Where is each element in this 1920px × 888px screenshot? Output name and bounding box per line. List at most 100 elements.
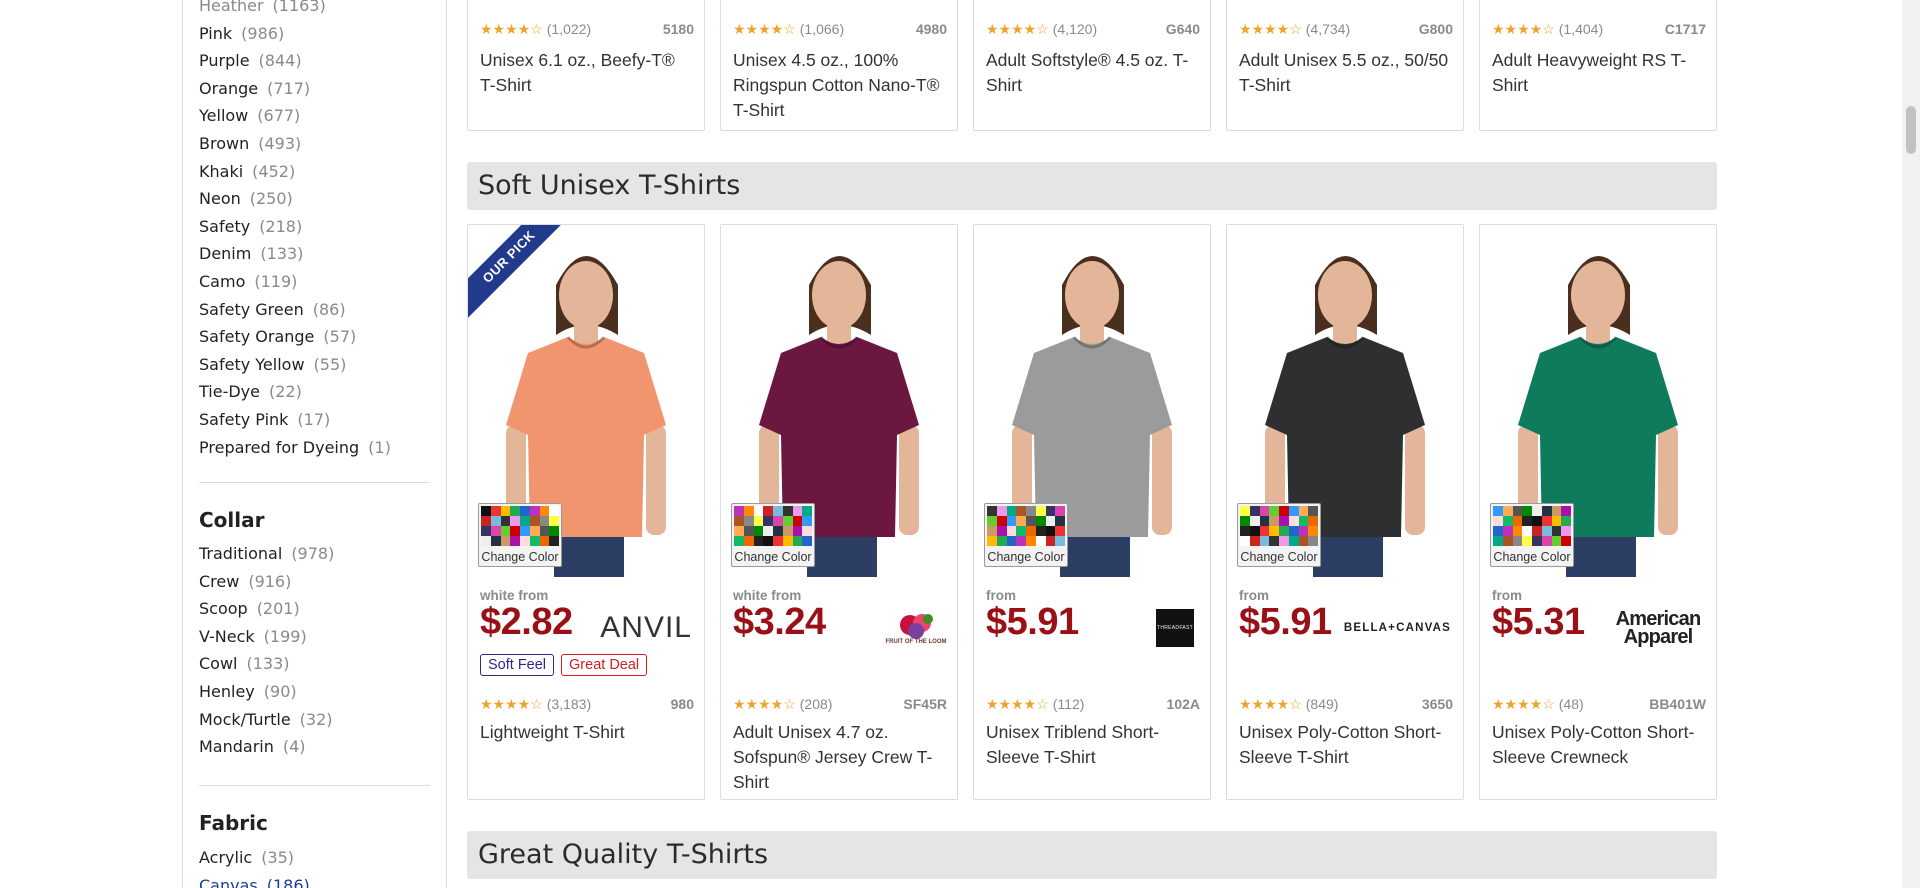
product-title[interactable]: Unisex 6.1 oz., Beefy-T® T-Shirt xyxy=(480,48,694,98)
color-swatch xyxy=(539,516,550,526)
filter-option[interactable]: Purple (844) xyxy=(199,47,446,75)
color-swatch xyxy=(782,526,793,536)
product-price: $5.91 xyxy=(1239,601,1332,643)
filter-option[interactable]: Scoop (201) xyxy=(199,595,446,623)
product-card[interactable]: Change Color from $5.91 THREADFAST ★★★★☆ (112… xyxy=(973,224,1211,800)
facet-divider xyxy=(199,785,430,786)
color-swatch xyxy=(1249,526,1260,536)
product-title[interactable]: Unisex Poly-Cotton Short-Sleeve T-Shirt xyxy=(1239,720,1453,770)
product-title[interactable]: Adult Unisex 4.7 oz. Sofspun® Jersey Cre… xyxy=(733,720,947,795)
product-card[interactable]: Change Color from $5.91 BELLA+CANVAS ★★★★☆ (8… xyxy=(1226,224,1464,800)
color-swatch xyxy=(1045,506,1056,516)
product-card[interactable]: ★★★★☆ (4,120) G640 Adult Softstyle® 4.5 oz.… xyxy=(973,0,1211,131)
model-face xyxy=(559,261,613,329)
product-card[interactable]: ★★★★☆ (1,066) 4980 Unisex 4.5 oz., 100% Rin… xyxy=(720,0,958,131)
filter-option-count: (17) xyxy=(297,409,331,429)
product-title[interactable]: Unisex Triblend Short-Sleeve T-Shirt xyxy=(986,720,1200,770)
product-title[interactable]: Lightweight T-Shirt xyxy=(480,720,694,745)
brand-logo: FRUIT OF THE LOOM xyxy=(886,608,947,648)
filter-option-label: Purple xyxy=(199,51,250,71)
color-swatch xyxy=(753,506,764,516)
product-card[interactable]: Change Color from $5.31 American Apparel ★★★… xyxy=(1479,224,1717,800)
color-swatch xyxy=(1502,516,1513,526)
brand-logo: American Apparel xyxy=(1612,608,1704,648)
filter-option[interactable]: Safety Green (86) xyxy=(199,296,446,324)
color-swatch xyxy=(1259,536,1270,546)
product-title[interactable]: Adult Softstyle® 4.5 oz. T-Shirt xyxy=(986,48,1200,98)
filter-option-label: Neon xyxy=(199,189,241,209)
product-card[interactable]: ★★★★☆ (1,022) 5180 Unisex 6.1 oz., Beefy-T®… xyxy=(467,0,705,131)
model-arm-right xyxy=(646,425,666,535)
color-swatch xyxy=(1026,536,1036,546)
filter-option[interactable]: Brown (493) xyxy=(199,130,446,158)
filter-sidebar: Heather (1163) Pink (986) Purple (844) Orange (… xyxy=(182,0,447,888)
filter-option[interactable]: Prepared for Dyeing (1) xyxy=(199,434,446,462)
color-swatch xyxy=(520,516,530,526)
rating-row: ★★★★☆ (4,120) G640 xyxy=(986,21,1200,39)
filter-option[interactable]: Orange (717) xyxy=(199,75,446,103)
filter-option-count: (1163) xyxy=(272,0,326,15)
color-swatch xyxy=(1502,526,1513,536)
filter-option[interactable]: Khaki (452) xyxy=(199,158,446,186)
change-color-button[interactable]: Change Color xyxy=(1237,503,1321,567)
filter-option-count: (250) xyxy=(249,189,293,209)
page-scrollbar[interactable] xyxy=(1902,0,1920,888)
color-swatch xyxy=(1288,506,1299,516)
star-rating-icon: ★★★★☆ xyxy=(1239,21,1302,37)
product-card[interactable]: ★★★★☆ (1,404) C1717 Adult Heavyweight RS T-… xyxy=(1479,0,1717,131)
filter-option[interactable]: Acrylic (35) xyxy=(199,844,446,872)
filter-option[interactable]: Neon (250) xyxy=(199,185,446,213)
filter-option[interactable]: Safety (218) xyxy=(199,213,446,241)
color-swatch xyxy=(1512,516,1523,526)
filter-option[interactable]: Heather (1163) xyxy=(199,0,446,20)
filter-option[interactable]: Safety Pink (17) xyxy=(199,406,446,434)
color-swatch xyxy=(1532,506,1542,516)
fabric-facet-title: Fabric xyxy=(199,811,268,835)
filter-option[interactable]: Safety Orange (57) xyxy=(199,323,446,351)
change-color-button[interactable]: Change Color xyxy=(731,503,815,567)
filter-option[interactable]: Pink (986) xyxy=(199,20,446,48)
section-header-soft-unisex: Soft Unisex T-Shirts xyxy=(467,162,1717,210)
review-count: (1,066) xyxy=(799,21,845,37)
product-title[interactable]: Unisex Poly-Cotton Short-Sleeve Crewneck xyxy=(1492,720,1706,770)
color-swatch xyxy=(1249,536,1260,546)
star-rating-icon: ★★★★☆ xyxy=(986,696,1049,712)
section-header-great-quality: Great Quality T-Shirts xyxy=(467,831,1717,879)
color-swatch xyxy=(1055,516,1065,526)
filter-option[interactable]: Camo (119) xyxy=(199,268,446,296)
product-card[interactable]: ★★★★☆ (4,734) G800 Adult Unisex 5.5 oz., 50… xyxy=(1226,0,1464,131)
change-color-button[interactable]: Change Color xyxy=(984,503,1068,567)
filter-option[interactable]: Mock/Turtle (32) xyxy=(199,706,446,734)
color-swatch xyxy=(1045,526,1056,536)
filter-option[interactable]: Traditional (978) xyxy=(199,540,446,568)
filter-option[interactable]: Canvas (186) xyxy=(199,872,446,888)
filter-option[interactable]: V-Neck (199) xyxy=(199,623,446,651)
filter-option[interactable]: Safety Yellow (55) xyxy=(199,351,446,379)
filter-option[interactable]: Crew (916) xyxy=(199,568,446,596)
color-swatch xyxy=(520,526,530,536)
color-swatch xyxy=(1055,526,1065,536)
product-card[interactable]: Change Color white from $3.24 FRUIT OF THE … xyxy=(720,224,958,800)
style-number: C1717 xyxy=(1664,21,1706,37)
filter-option[interactable]: Henley (90) xyxy=(199,678,446,706)
change-color-button[interactable]: Change Color xyxy=(1490,503,1574,567)
filter-option[interactable]: Mandarin (4) xyxy=(199,733,446,761)
color-swatch xyxy=(1026,526,1036,536)
product-card[interactable]: OUR PICK Change Color white from $2.82 ANVIL… xyxy=(467,224,705,800)
filter-option[interactable]: Denim (133) xyxy=(199,240,446,268)
section-title: Soft Unisex T-Shirts xyxy=(478,170,741,201)
filter-option-label: Prepared for Dyeing xyxy=(199,437,360,457)
color-swatch xyxy=(490,526,501,536)
filter-option[interactable]: Tie-Dye (22) xyxy=(199,378,446,406)
product-title[interactable]: Unisex 4.5 oz., 100% Ringspun Cotton Nan… xyxy=(733,48,947,123)
filter-option[interactable]: Yellow (677) xyxy=(199,102,446,130)
change-color-button[interactable]: Change Color xyxy=(478,503,562,567)
scrollbar-thumb[interactable] xyxy=(1906,106,1916,154)
product-title[interactable]: Adult Heavyweight RS T-Shirt xyxy=(1492,48,1706,98)
product-title[interactable]: Adult Unisex 5.5 oz., 50/50 T-Shirt xyxy=(1239,48,1453,98)
color-swatch xyxy=(1279,516,1289,526)
color-swatch xyxy=(1298,526,1309,536)
color-swatch xyxy=(1016,506,1026,516)
filter-option[interactable]: Cowl (133) xyxy=(199,650,446,678)
filter-option-label: Mandarin xyxy=(199,737,274,757)
